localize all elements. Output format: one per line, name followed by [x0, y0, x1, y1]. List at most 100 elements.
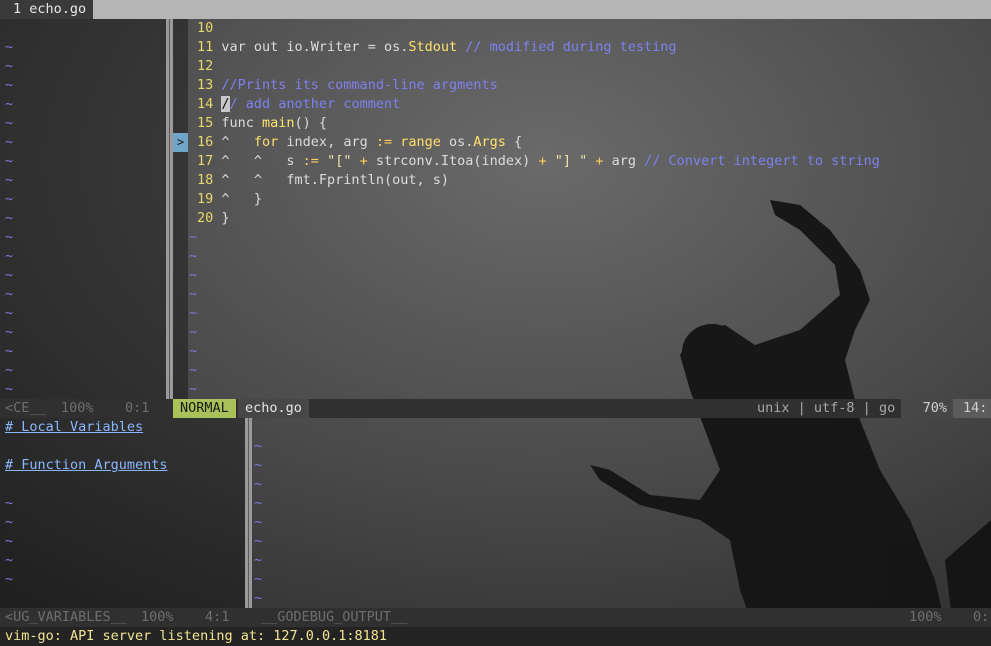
code-token: +: [538, 153, 547, 169]
status-encoding: utf-8: [813, 400, 855, 416]
code-token: ^ ^ fmt.Fprintln(out, s): [221, 172, 449, 188]
empty-line-tilde: ~: [254, 457, 263, 473]
code-token: :=: [375, 134, 393, 150]
code-token: {: [505, 134, 523, 150]
code-line[interactable]: 16 ^ for index, arg := range os.Args {: [197, 133, 522, 152]
empty-line-tilde: ~: [5, 210, 14, 226]
code-token: func: [221, 115, 263, 131]
tagbar-status-position: 0:1: [125, 400, 150, 416]
empty-line-tilde: ~: [5, 514, 14, 530]
line-number: 19: [197, 191, 222, 207]
code-token: // modified during testing: [457, 39, 677, 55]
code-token: range: [400, 134, 441, 150]
output-status-buffer: __GODEBUG_OUTPUT__: [261, 609, 408, 625]
variables-status-buffer: <UG_VARIABLES__: [5, 609, 127, 625]
empty-line-tilde: ~: [5, 172, 14, 188]
empty-line-tilde: ~: [254, 514, 263, 530]
code-line[interactable]: 13 //Prints its command-line argments: [197, 76, 498, 95]
empty-line-tilde: ~: [189, 229, 198, 245]
code-token: :=: [302, 153, 319, 169]
command-line-message: vim-go: API server listening at: 127.0.0…: [5, 628, 388, 644]
tagbar-pane[interactable]: [0, 19, 166, 399]
code-token: Args: [473, 134, 506, 150]
status-filename: echo.go: [238, 399, 309, 418]
empty-line-tilde: ~: [5, 39, 14, 55]
godebug-variables-pane[interactable]: [0, 418, 245, 608]
line-number: 18: [197, 172, 222, 188]
tagbar-status-percent: 100%: [61, 400, 94, 416]
empty-line-tilde: ~: [5, 248, 14, 264]
tab-echo-go[interactable]: 1 echo.go: [0, 0, 94, 19]
empty-line-tilde: ~: [5, 134, 14, 150]
empty-line-tilde: ~: [5, 286, 14, 302]
empty-line-tilde: ~: [189, 267, 198, 283]
empty-line-tilde: ~: [5, 362, 14, 378]
line-number: 11: [197, 39, 222, 55]
empty-line-tilde: ~: [5, 343, 14, 359]
empty-line-tilde: ~: [189, 286, 198, 302]
status-percent: 70%: [901, 399, 953, 418]
code-token: main: [262, 115, 295, 131]
function-arguments-header[interactable]: # Function Arguments: [5, 456, 168, 475]
empty-line-tilde: ~: [5, 324, 14, 340]
empty-line-tilde: ~: [5, 191, 14, 207]
code-token: strconv.Itoa(index): [367, 153, 539, 169]
code-token: +: [359, 153, 368, 169]
code-token: "[": [327, 153, 352, 169]
empty-line-tilde: ~: [5, 229, 14, 245]
code-line[interactable]: 17 ^ ^ s := "[" + strconv.Itoa(index) + …: [197, 152, 880, 171]
line-number: 20: [197, 210, 222, 226]
code-token: ^ }: [221, 191, 263, 207]
mode-indicator: NORMAL: [173, 399, 236, 418]
code-token: // Convert integert to string: [644, 153, 880, 169]
code-token: os.: [440, 134, 474, 150]
empty-line-tilde: ~: [5, 552, 14, 568]
empty-line-tilde: ~: [254, 552, 263, 568]
status-filetype: go: [878, 400, 896, 416]
tab-number: 1: [13, 1, 22, 17]
empty-line-tilde: ~: [254, 476, 263, 492]
code-line[interactable]: 12: [197, 57, 221, 76]
code-token: +: [595, 153, 604, 169]
code-line[interactable]: 11 var out io.Writer = os.Stdout // modi…: [197, 38, 677, 57]
tagbar-status-buffer: <CE__: [5, 400, 46, 416]
code-token: //Prints its command-line argments: [221, 77, 498, 93]
code-line[interactable]: 15 func main() {: [197, 114, 327, 133]
status-fileformat: unix: [757, 400, 790, 416]
empty-line-tilde: ~: [5, 305, 14, 321]
empty-line-tilde: ~: [189, 343, 198, 359]
code-token: Stdout: [408, 39, 458, 55]
empty-line-tilde: ~: [5, 96, 14, 112]
code-line[interactable]: 18 ^ ^ fmt.Fprintln(out, s): [197, 171, 449, 190]
vertical-split-divider[interactable]: [166, 19, 173, 399]
code-line[interactable]: 10: [197, 19, 221, 38]
code-token: ^ ^ s: [221, 153, 303, 169]
local-variables-header[interactable]: # Local Variables: [5, 418, 143, 437]
code-token: for: [253, 134, 279, 150]
empty-line-tilde: ~: [5, 533, 14, 549]
empty-line-tilde: ~: [5, 571, 14, 587]
tabline: [0, 0, 991, 19]
empty-line-tilde: ~: [189, 381, 198, 397]
vertical-split-divider-bottom[interactable]: [245, 418, 252, 608]
code-line[interactable]: 20 }: [197, 209, 230, 228]
empty-line-tilde: ~: [5, 77, 14, 93]
line-number: 17: [197, 153, 222, 169]
code-token: / add another comment: [229, 96, 401, 112]
line-number: 12: [197, 58, 222, 74]
code-token: ^: [221, 134, 254, 150]
code-line[interactable]: 14 // add another comment: [197, 95, 400, 114]
variables-status-position: 4:1: [205, 609, 230, 625]
empty-line-tilde: ~: [5, 153, 14, 169]
variables-status-percent: 100%: [141, 609, 174, 625]
empty-line-tilde: ~: [254, 571, 263, 587]
code-line[interactable]: 19 ^ }: [197, 190, 262, 209]
line-number: 13: [197, 77, 222, 93]
empty-line-tilde: ~: [189, 305, 198, 321]
code-token: var out io.Writer = os.: [221, 39, 409, 55]
empty-line-tilde: ~: [189, 248, 198, 264]
empty-line-tilde: ~: [5, 267, 14, 283]
breakpoint-sign-icon[interactable]: >: [173, 133, 188, 152]
